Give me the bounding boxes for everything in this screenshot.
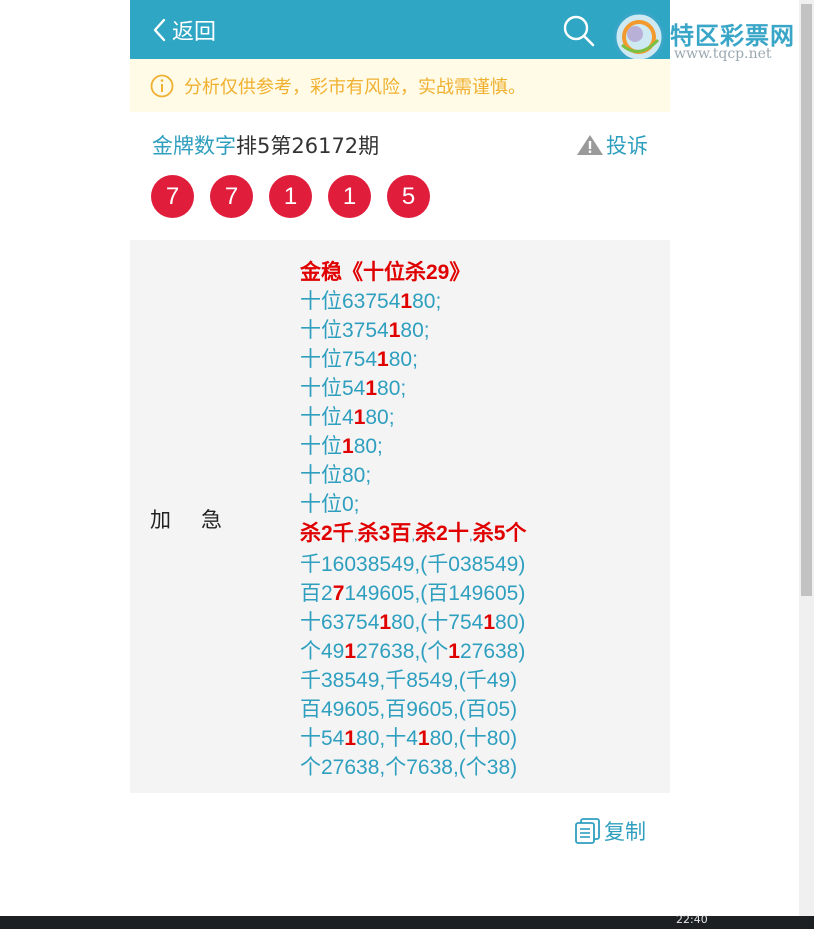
analysis-line: 十位0;	[300, 493, 360, 516]
analysis-line: 百27149605,(百149605)	[300, 582, 526, 605]
analysis-line: 十位3754180;	[300, 319, 430, 342]
number-ball: 7	[151, 175, 194, 218]
analysis-line: 个49127638,(个127638)	[300, 640, 526, 663]
top-bar: 返回	[130, 0, 670, 59]
copy-button[interactable]: 复制	[574, 816, 646, 846]
kill-summary-line: 杀2千,杀3百,杀2十,杀5个	[300, 522, 527, 545]
analysis-content: 金稳《十位杀29》 十位63754180; 十位3754180; 十位75418…	[300, 258, 526, 782]
notice-text: 分析仅供参考，彩市有风险，实战需谨慎。	[184, 76, 526, 98]
logo-url: www.tqcp.net	[674, 46, 772, 62]
analysis-line: 十位80;	[300, 464, 372, 487]
risk-notice: 分析仅供参考，彩市有风险，实战需谨慎。	[130, 59, 670, 112]
analysis-line: 十位754180;	[300, 348, 418, 371]
warning-icon	[577, 135, 603, 155]
analysis-line: 千16038549,(千038549)	[300, 553, 526, 576]
number-ball: 5	[387, 175, 430, 218]
article-header: 金牌数字排5第26172期 投诉	[130, 128, 670, 164]
analysis-line: 个27638,个7638,(个38)	[300, 756, 518, 779]
analysis-line: 十位180;	[300, 435, 383, 458]
chevron-left-icon	[153, 18, 166, 42]
urgent-tag: 加急	[150, 508, 252, 532]
taskbar: 22:40	[0, 913, 814, 929]
number-ball: 1	[328, 175, 371, 218]
analysis-line: 十位54180;	[300, 377, 407, 400]
info-icon	[150, 74, 174, 97]
draw-numbers: 7 7 1 1 5	[151, 175, 446, 218]
copy-icon	[575, 818, 600, 844]
analysis-line: 十位63754180;	[300, 290, 442, 313]
analysis-line: 十位4180;	[300, 406, 395, 429]
analysis-line: 十63754180,(十754180)	[300, 611, 526, 634]
number-ball: 1	[269, 175, 312, 218]
copy-label: 复制	[604, 820, 646, 844]
page-title: 金牌数字排5第26172期	[152, 130, 379, 160]
back-label: 返回	[172, 20, 217, 45]
logo-swirl-icon	[613, 11, 665, 63]
back-button[interactable]: 返回	[152, 14, 216, 46]
taskbar-clock: 22:40	[676, 913, 708, 926]
complain-label: 投诉	[606, 134, 648, 158]
search-icon[interactable]	[562, 14, 596, 48]
issue-title: 排5第26172期	[236, 134, 380, 158]
analysis-heading: 金稳《十位杀29》	[300, 261, 471, 284]
analysis-panel: 加急 金稳《十位杀29》 十位63754180; 十位3754180; 十位75…	[130, 240, 670, 793]
complain-button[interactable]: 投诉	[576, 130, 648, 160]
analysis-line: 十54180,十4180,(十80)	[300, 727, 518, 750]
vertical-scrollbar[interactable]	[799, 0, 814, 916]
number-ball: 7	[210, 175, 253, 218]
scrollbar-thumb[interactable]	[801, 4, 812, 596]
site-logo: 特区彩票网 www.tqcp.net	[612, 6, 812, 66]
analysis-line: 千38549,千8549,(千49)	[300, 669, 518, 692]
author-link[interactable]: 金牌数字	[152, 134, 236, 158]
analysis-line: 百49605,百9605,(百05)	[300, 698, 518, 721]
